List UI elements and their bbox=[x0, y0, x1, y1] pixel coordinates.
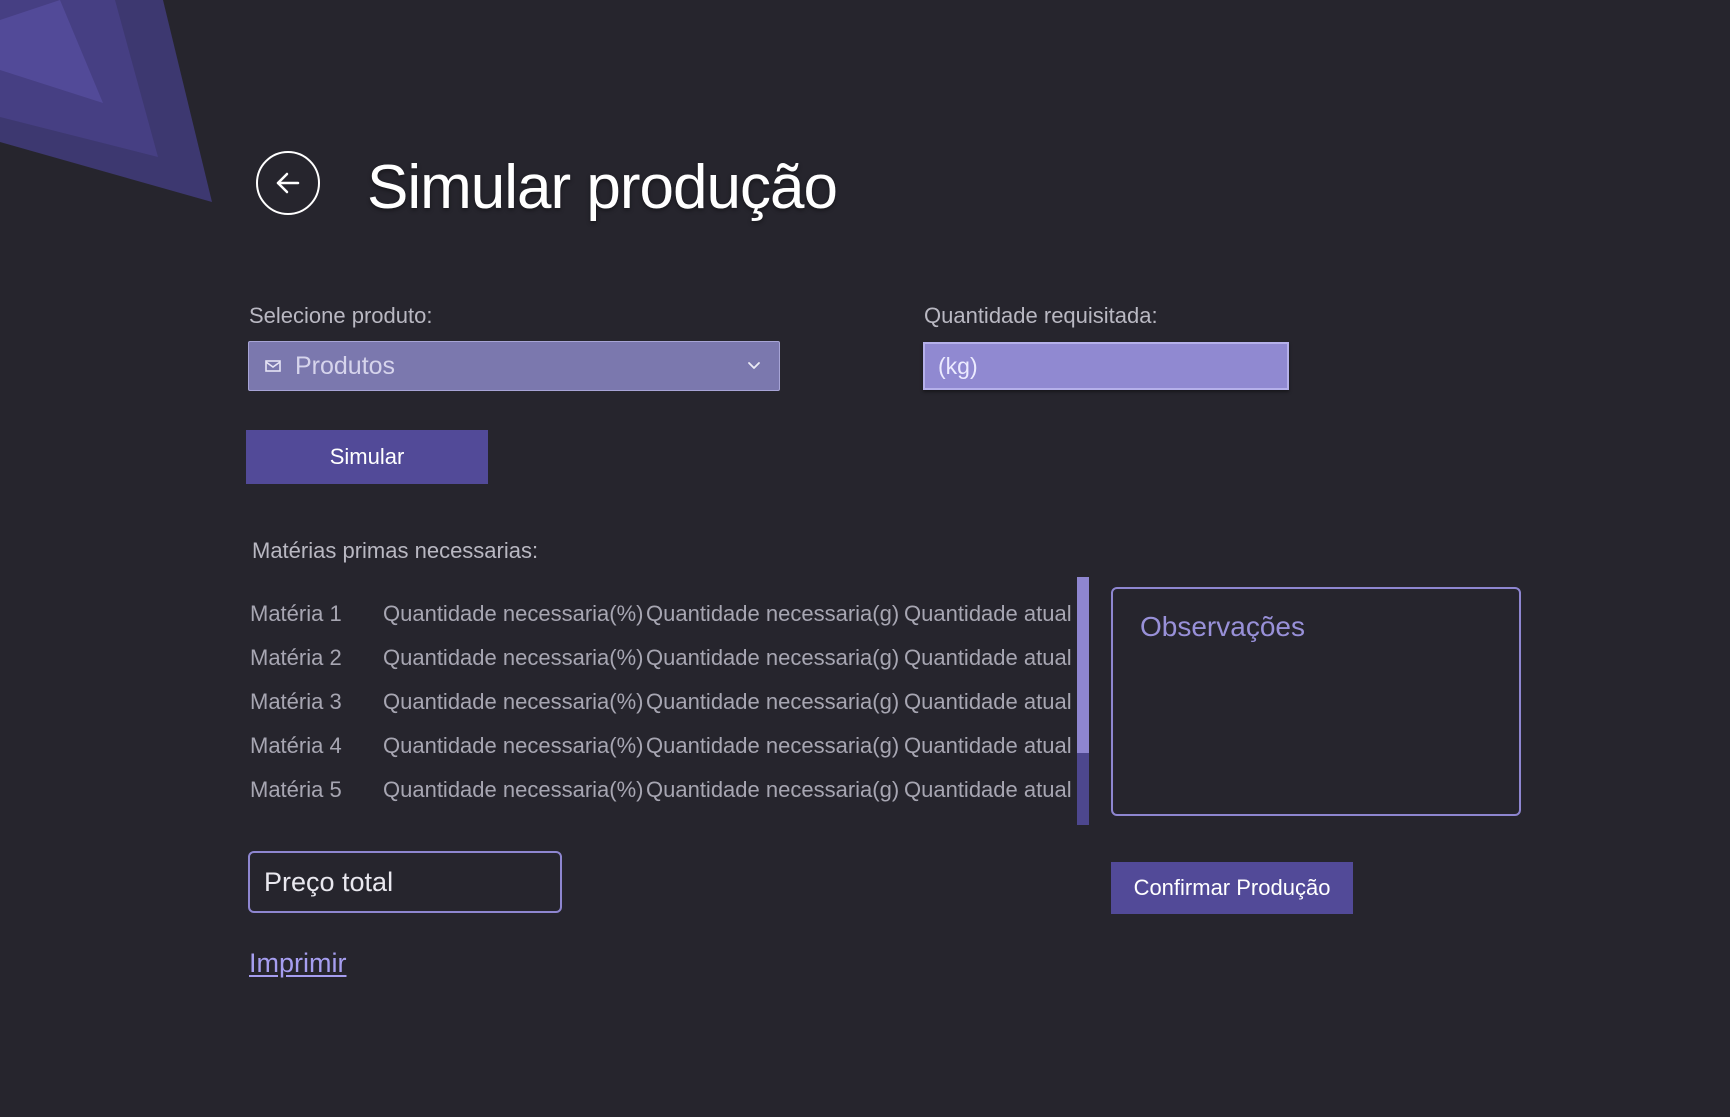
material-current-qty: Quantidade atual bbox=[904, 645, 1072, 670]
product-select-label: Selecione produto: bbox=[249, 303, 433, 328]
material-qty-grams: Quantidade necessaria(g) bbox=[646, 777, 900, 802]
material-qty-grams: Quantidade necessaria(g) bbox=[646, 733, 900, 758]
material-name: Matéria 4 bbox=[250, 733, 342, 758]
product-select[interactable]: Produtos bbox=[248, 341, 780, 391]
material-qty-percent: Quantidade necessaria(%) bbox=[383, 777, 644, 802]
material-current-qty: Quantidade atual bbox=[904, 689, 1072, 714]
confirm-production-button[interactable]: Confirmar Produção bbox=[1111, 862, 1353, 914]
materials-label: Matérias primas necessarias: bbox=[252, 538, 539, 563]
material-name: Matéria 3 bbox=[250, 689, 342, 714]
back-button[interactable] bbox=[256, 151, 320, 215]
product-select-value: Produtos bbox=[295, 351, 396, 380]
materials-list: Matéria 1 Quantidade necessaria(%) Quant… bbox=[250, 592, 1074, 812]
material-row: Matéria 2 Quantidade necessaria(%) Quant… bbox=[250, 636, 1074, 680]
material-name: Matéria 5 bbox=[250, 777, 342, 802]
page-title: Simular produção bbox=[367, 153, 838, 222]
material-qty-grams: Quantidade necessaria(g) bbox=[646, 645, 900, 670]
mail-icon bbox=[265, 357, 283, 375]
total-price-label: Preço total bbox=[264, 866, 394, 897]
materials-scrollbar[interactable] bbox=[1077, 577, 1089, 825]
material-row: Matéria 4 Quantidade necessaria(%) Quant… bbox=[250, 724, 1074, 768]
material-qty-percent: Quantidade necessaria(%) bbox=[383, 733, 644, 758]
print-link[interactable]: Imprimir bbox=[249, 948, 346, 979]
material-qty-grams: Quantidade necessaria(g) bbox=[646, 689, 900, 714]
material-row: Matéria 3 Quantidade necessaria(%) Quant… bbox=[250, 680, 1074, 724]
material-current-qty: Quantidade atual bbox=[904, 601, 1072, 626]
material-name: Matéria 2 bbox=[250, 645, 342, 670]
material-current-qty: Quantidade atual bbox=[904, 733, 1072, 758]
observations-field[interactable] bbox=[1111, 587, 1521, 816]
quantity-input[interactable] bbox=[923, 342, 1289, 390]
chevron-down-icon bbox=[747, 357, 765, 375]
material-qty-percent: Quantidade necessaria(%) bbox=[383, 601, 644, 626]
arrow-left-icon bbox=[276, 172, 300, 194]
quantity-label: Quantidade requisitada: bbox=[924, 303, 1158, 328]
materials-scrollbar-thumb[interactable] bbox=[1077, 577, 1089, 753]
simulate-button[interactable]: Simular bbox=[246, 430, 488, 484]
total-price-box: Preço total bbox=[248, 851, 562, 913]
material-row: Matéria 5 Quantidade necessaria(%) Quant… bbox=[250, 768, 1074, 812]
material-qty-percent: Quantidade necessaria(%) bbox=[383, 645, 644, 670]
material-current-qty: Quantidade atual bbox=[904, 777, 1072, 802]
material-qty-percent: Quantidade necessaria(%) bbox=[383, 689, 644, 714]
corner-decoration bbox=[0, 0, 212, 202]
material-row: Matéria 1 Quantidade necessaria(%) Quant… bbox=[250, 592, 1074, 636]
material-name: Matéria 1 bbox=[250, 601, 342, 626]
material-qty-grams: Quantidade necessaria(g) bbox=[646, 601, 900, 626]
